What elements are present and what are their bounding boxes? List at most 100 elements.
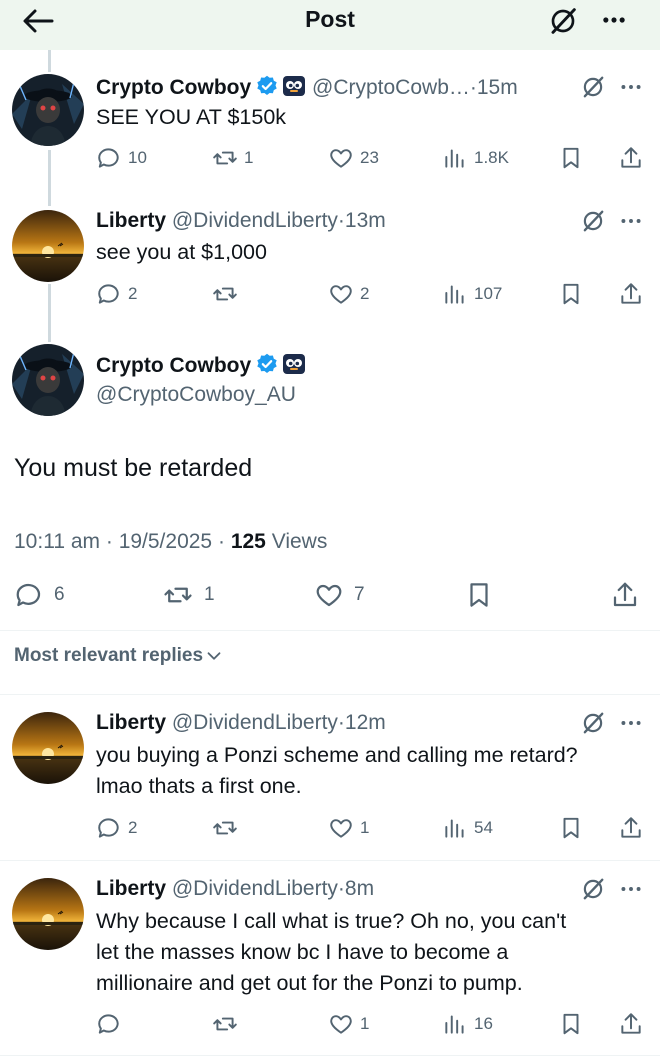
like-icon [328,281,354,307]
views-count: 107 [474,284,503,303]
post-date[interactable]: 19/5/2025 [119,530,212,553]
repost-icon [212,281,238,307]
top-bar: Post [0,0,660,50]
reply-button[interactable] [96,1011,122,1037]
reply-icon [96,1011,122,1037]
replies-sort-button[interactable]: Most relevant replies [14,645,225,667]
tweet-text: SEE YOU AT $150k [96,105,287,129]
share-button[interactable] [610,580,640,610]
reply-icon [96,815,122,841]
repost-button[interactable] [212,815,238,841]
reply-button[interactable]: 2 [96,815,137,841]
divider [0,694,660,695]
views-icon [442,1011,468,1037]
reply-count: 2 [128,818,138,837]
handle[interactable]: @CryptoCowboy_AU [96,382,296,408]
post-time[interactable]: 10:11 am [14,530,100,553]
separator: · [105,530,113,553]
more-icon[interactable] [618,74,644,100]
display-name[interactable]: Liberty [96,209,166,232]
bookmark-icon [558,1011,584,1037]
like-button[interactable]: 7 [314,580,365,610]
handle[interactable]: @DividendLiberty [172,877,338,900]
verified-icon [255,74,279,98]
views-button[interactable]: 16 [442,1011,493,1037]
bookmark-button[interactable] [558,145,584,171]
divider [0,860,660,861]
bookmark-button[interactable] [558,1011,584,1037]
views-count: 1.8K [474,148,509,167]
views-button[interactable]: 54 [442,815,493,841]
affiliate-badge-icon [282,74,306,98]
share-icon [618,1011,644,1037]
grok-icon[interactable] [580,208,606,234]
handle[interactable]: @CryptoCowb… [312,76,470,99]
handle[interactable]: @DividendLiberty [172,711,338,734]
bookmark-icon [558,815,584,841]
reply-button[interactable]: 6 [14,580,65,610]
reply-count: 6 [54,584,65,605]
like-button[interactable]: 2 [328,281,369,307]
views-button[interactable]: 1.8K [442,145,509,171]
reply-icon [96,145,122,171]
reply-button[interactable]: 10 [96,145,147,171]
repost-button[interactable] [212,281,238,307]
tweet-text: Why because I call what is true? Oh no, … [96,906,641,999]
tweet-header: Liberty @DividendLiberty·8m [96,876,374,902]
display-name[interactable]: Crypto Cowboy [96,76,251,99]
replies-sort-label: Most relevant replies [14,645,204,666]
bookmark-button[interactable] [558,281,584,307]
timestamp[interactable]: 8m [345,877,374,900]
bookmark-button[interactable] [558,815,584,841]
thread-line [48,284,51,342]
verified-icon [255,352,279,376]
avatar[interactable] [12,712,84,784]
avatar[interactable] [12,74,84,146]
display-name[interactable]: Liberty [96,711,166,734]
more-icon[interactable] [594,6,634,34]
share-button[interactable] [618,145,644,171]
timestamp[interactable]: 12m [345,711,386,734]
share-button[interactable] [618,815,644,841]
repost-button[interactable]: 1 [212,145,253,171]
tweet-text: you buying a Ponzi scheme and calling me… [96,740,641,802]
avatar[interactable] [12,878,84,950]
share-button[interactable] [618,1011,644,1037]
like-count: 1 [360,1014,370,1033]
timestamp[interactable]: 13m [345,209,386,232]
display-name[interactable]: Crypto Cowboy [96,354,251,377]
like-icon [314,580,344,610]
views-icon [442,145,468,171]
reply-icon [96,281,122,307]
more-icon[interactable] [618,876,644,902]
divider [0,1055,660,1056]
like-button[interactable]: 1 [328,815,369,841]
views-count: 16 [474,1014,493,1033]
reply-count: 2 [128,284,138,303]
display-name[interactable]: Liberty [96,877,166,900]
grok-icon[interactable] [546,5,580,37]
timestamp[interactable]: 15m [477,76,518,99]
share-button[interactable] [618,281,644,307]
handle[interactable]: @DividendLiberty [172,209,338,232]
repost-button[interactable] [212,1011,238,1037]
views-button[interactable]: 107 [442,281,502,307]
avatar[interactable] [12,210,84,282]
main-author: Crypto Cowboy [96,352,306,379]
bookmark-button[interactable] [464,580,494,610]
tweet-header: Liberty @DividendLiberty·13m [96,208,386,234]
more-icon[interactable] [618,208,644,234]
repost-button[interactable]: 1 [162,580,215,610]
like-count: 23 [360,148,379,167]
like-button[interactable]: 23 [328,145,379,171]
views-icon [442,815,468,841]
like-button[interactable]: 1 [328,1011,369,1037]
reply-button[interactable]: 2 [96,281,137,307]
grok-icon[interactable] [580,876,606,902]
grok-icon[interactable] [580,74,606,100]
avatar[interactable] [12,344,84,416]
grok-icon[interactable] [580,710,606,736]
share-icon [618,815,644,841]
tweet-line: lmao thats a first one. [96,774,302,798]
more-icon[interactable] [618,710,644,736]
